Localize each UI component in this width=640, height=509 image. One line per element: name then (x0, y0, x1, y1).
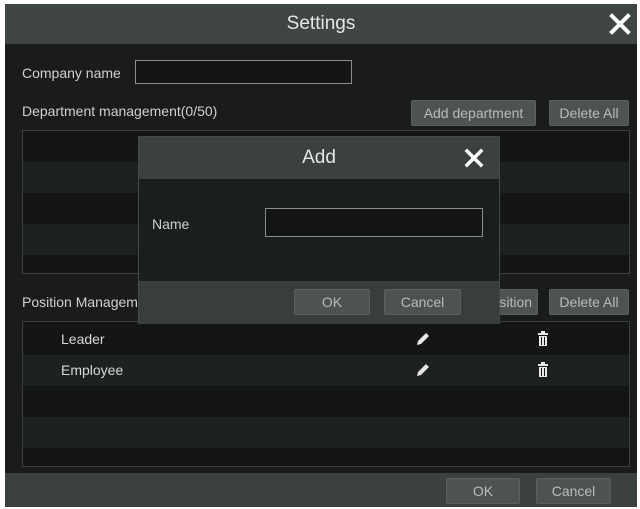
name-label: Name (152, 216, 190, 232)
add-dialog-header: Add (139, 137, 499, 179)
pencil-icon[interactable] (415, 362, 431, 378)
department-heading-text: Department management(0/50) (22, 103, 218, 119)
close-icon[interactable] (463, 147, 485, 169)
window-title: Settings (286, 13, 356, 34)
modal-ok-button[interactable]: OK (294, 289, 370, 315)
table-row[interactable]: Leader (23, 324, 629, 355)
department-delete-all-button[interactable]: Delete All (549, 100, 629, 126)
company-name-input[interactable] (135, 60, 352, 84)
trash-icon[interactable] (535, 331, 551, 347)
name-input[interactable] (265, 208, 483, 237)
modal-cancel-button[interactable]: Cancel (384, 289, 461, 315)
cancel-button[interactable]: Cancel (536, 478, 611, 504)
position-name: Employee (61, 362, 124, 378)
table-row[interactable]: Employee (23, 355, 629, 386)
title-bar: Settings (5, 4, 637, 44)
company-name-label: Company name (22, 65, 121, 81)
close-icon[interactable] (605, 9, 635, 39)
pencil-icon[interactable] (415, 331, 431, 347)
add-dialog: Add Name OK Cancel (138, 136, 500, 324)
add-department-button[interactable]: Add department (411, 100, 536, 126)
list-row (23, 417, 629, 448)
dialog-footer: OK Cancel (5, 473, 637, 507)
add-dialog-footer: OK Cancel (139, 281, 499, 324)
list-row (23, 386, 629, 417)
position-name: Leader (61, 331, 105, 347)
ok-button[interactable]: OK (446, 478, 520, 504)
department-management-label: Department management(0/50) (22, 103, 217, 119)
position-delete-all-button[interactable]: Delete All (549, 289, 629, 315)
position-list: Leader Employee (22, 321, 630, 467)
trash-icon[interactable] (535, 362, 551, 378)
add-dialog-title: Add (302, 147, 336, 168)
